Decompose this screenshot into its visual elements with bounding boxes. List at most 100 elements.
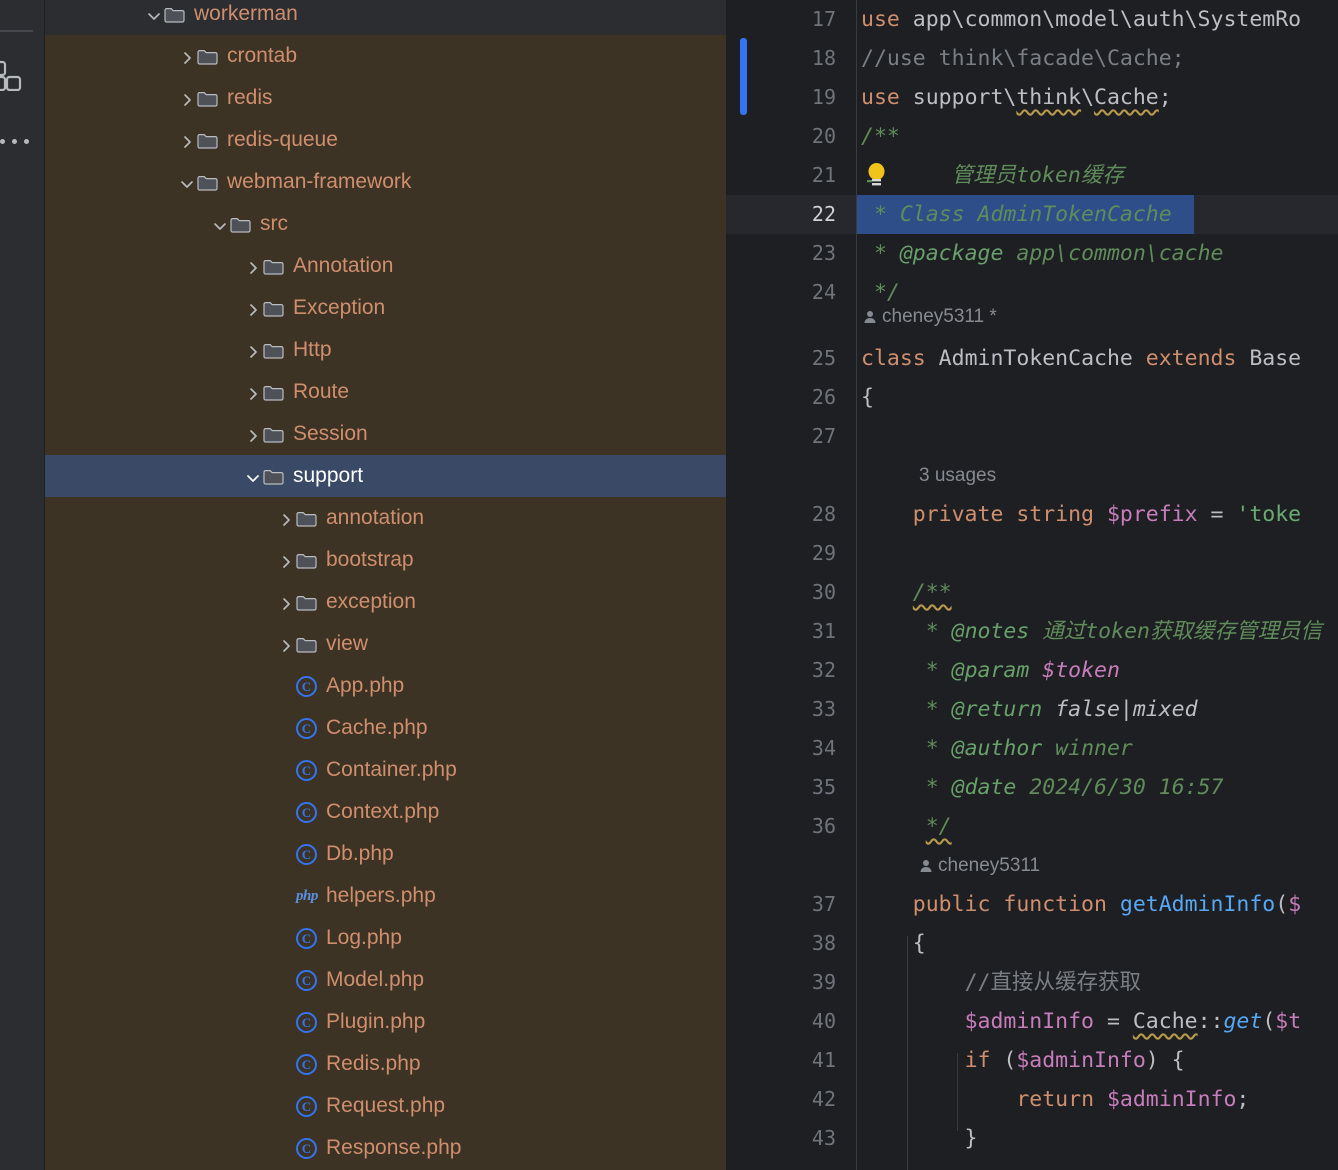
chevron-down-icon[interactable] — [210, 214, 230, 234]
tree-row-route[interactable]: Route — [45, 371, 726, 413]
chevron-right-icon[interactable] — [243, 256, 263, 276]
code-line-32: * @param $token — [925, 658, 1120, 683]
chevron-down-icon[interactable] — [243, 466, 263, 486]
line-number-37: 37 — [811, 892, 836, 916]
tree-row-context-php[interactable]: C Context.php — [45, 791, 726, 833]
php-class-icon: C — [296, 1095, 322, 1117]
tree-row-annotation[interactable]: Annotation — [45, 245, 726, 287]
tree-row-src[interactable]: src — [45, 203, 726, 245]
tree-row-redis-php[interactable]: C Redis.php — [45, 1043, 726, 1085]
php-class-icon: C — [296, 1053, 322, 1075]
code-line-38: { — [861, 931, 926, 956]
tree-row-workerman[interactable]: workerman — [45, 0, 726, 35]
tree-row-cache-php[interactable]: C Cache.php — [45, 707, 726, 749]
tree-row-response-php[interactable]: C Response.php — [45, 1127, 726, 1169]
code-line-17: use app\common\model\auth\SystemRo — [861, 7, 1302, 32]
tree-row-helpers-php[interactable]: php helpers.php — [45, 875, 726, 917]
chevron-right-icon[interactable] — [177, 130, 197, 150]
tree-row-session[interactable]: Session — [45, 413, 726, 455]
structure-icon[interactable] — [0, 57, 24, 92]
tree-row-exception[interactable]: Exception — [45, 287, 726, 329]
php-class-icon: C — [296, 969, 322, 991]
tree-row-log-php[interactable]: C Log.php — [45, 917, 726, 959]
chevron-right-icon[interactable] — [177, 46, 197, 66]
tree-row-app-php[interactable]: C App.php — [45, 665, 726, 707]
tree-row-label: Plugin.php — [326, 1010, 426, 1033]
code-area[interactable]: use app\common\model\auth\SystemRo //use… — [857, 0, 1338, 1170]
chevron-right-icon[interactable] — [243, 424, 263, 444]
tree-row-db-php[interactable]: C Db.php — [45, 833, 726, 875]
tree-no-twisty — [276, 802, 296, 822]
chevron-down-icon[interactable] — [144, 4, 164, 24]
ide-window: workerman crontab redis redis-queue webman-f… — [0, 0, 1338, 1170]
tree-row-label: Container.php — [326, 758, 457, 781]
chevron-right-icon[interactable] — [243, 298, 263, 318]
chevron-down-icon[interactable] — [177, 172, 197, 192]
code-line-35: * @date 2024/6/30 16:57 — [925, 775, 1224, 800]
line-number-35: 35 — [811, 775, 836, 799]
tree-row-crontab[interactable]: crontab — [45, 35, 726, 77]
tree-row-bootstrap[interactable]: bootstrap — [45, 539, 726, 581]
code-line-19: use support\think\Cache; — [861, 85, 1172, 110]
code-line-28: private string $prefix = 'toke — [912, 502, 1302, 527]
tree-row-support[interactable]: support — [45, 455, 726, 497]
chevron-right-icon[interactable] — [276, 550, 296, 570]
folder-icon — [263, 342, 289, 359]
php-class-glyph: C — [296, 969, 317, 991]
tree-row-label: src — [260, 212, 288, 235]
chevron-right-icon[interactable] — [276, 634, 296, 654]
tree-row-request-php[interactable]: C Request.php — [45, 1085, 726, 1127]
tree-row-webman-framework[interactable]: webman-framework — [45, 161, 726, 203]
tree-no-twisty — [276, 676, 296, 696]
chevron-right-icon[interactable] — [243, 382, 263, 402]
php-class-glyph: C — [296, 717, 317, 739]
tree-row-label: workerman — [194, 2, 298, 25]
inlay-author-hint-2[interactable]: cheney5311 — [919, 846, 1040, 885]
line-number-20: 20 — [811, 124, 836, 148]
line-number-30: 30 — [811, 580, 836, 604]
tree-row-plugin-php[interactable]: C Plugin.php — [45, 1001, 726, 1043]
tree-row-label: Redis.php — [326, 1052, 421, 1075]
tree-row-label: annotation — [326, 506, 425, 529]
code-editor[interactable]: 17 18 19 20 21 22 23 24 25 26 27 28 29 30 31 32 33 34 35 36… — [726, 0, 1338, 1170]
folder-icon — [296, 594, 322, 611]
tree-row-container-php[interactable]: C Container.php — [45, 749, 726, 791]
folder-icon — [197, 174, 223, 191]
folder-icon — [263, 468, 289, 485]
tree-row-redis[interactable]: redis — [45, 77, 726, 119]
person-icon — [863, 299, 877, 338]
line-number-27: 27 — [811, 424, 836, 448]
project-tree-panel: workerman crontab redis redis-queue webman-f… — [45, 0, 726, 1170]
inlay-usages-hint[interactable]: 3 usages — [919, 456, 996, 495]
chevron-right-icon[interactable] — [243, 340, 263, 360]
php-class-glyph: C — [296, 675, 317, 697]
code-line-26: { — [861, 385, 874, 410]
line-number-33: 33 — [811, 697, 836, 721]
tree-row-http[interactable]: Http — [45, 329, 726, 371]
line-number-25: 25 — [811, 346, 836, 370]
tree-row-view[interactable]: view — [45, 623, 726, 665]
tree-row-label: support — [293, 464, 364, 487]
php-class-glyph: C — [296, 759, 317, 781]
folder-icon — [164, 6, 190, 23]
chevron-right-icon[interactable] — [177, 88, 197, 108]
tree-no-twisty — [276, 928, 296, 948]
chevron-right-icon[interactable] — [276, 508, 296, 528]
tree-row-annotation[interactable]: annotation — [45, 497, 726, 539]
tree-row-redis-queue[interactable]: redis-queue — [45, 119, 726, 161]
php-class-glyph: C — [296, 1011, 317, 1033]
editor-gutter[interactable]: 17 18 19 20 21 22 23 24 25 26 27 28 29 30 31 32 33 34 35 36… — [726, 0, 857, 1170]
php-class-glyph: C — [296, 1137, 317, 1159]
tree-row-exception[interactable]: exception — [45, 581, 726, 623]
more-tool-windows-icon[interactable] — [0, 136, 34, 146]
tree-row-model-php[interactable]: C Model.php — [45, 959, 726, 1001]
inlay-author-hint[interactable]: cheney5311 * — [863, 297, 997, 336]
folder-icon — [197, 48, 223, 65]
chevron-right-icon[interactable] — [276, 592, 296, 612]
tree-row-label: redis-queue — [227, 128, 338, 151]
rail-divider — [0, 30, 33, 32]
line-number-36: 36 — [811, 814, 836, 838]
code-line-21: 管理员token缓存 — [861, 163, 1124, 188]
code-line-20: /** — [861, 124, 900, 149]
inlay-hint-text: 3 usages — [919, 465, 997, 486]
